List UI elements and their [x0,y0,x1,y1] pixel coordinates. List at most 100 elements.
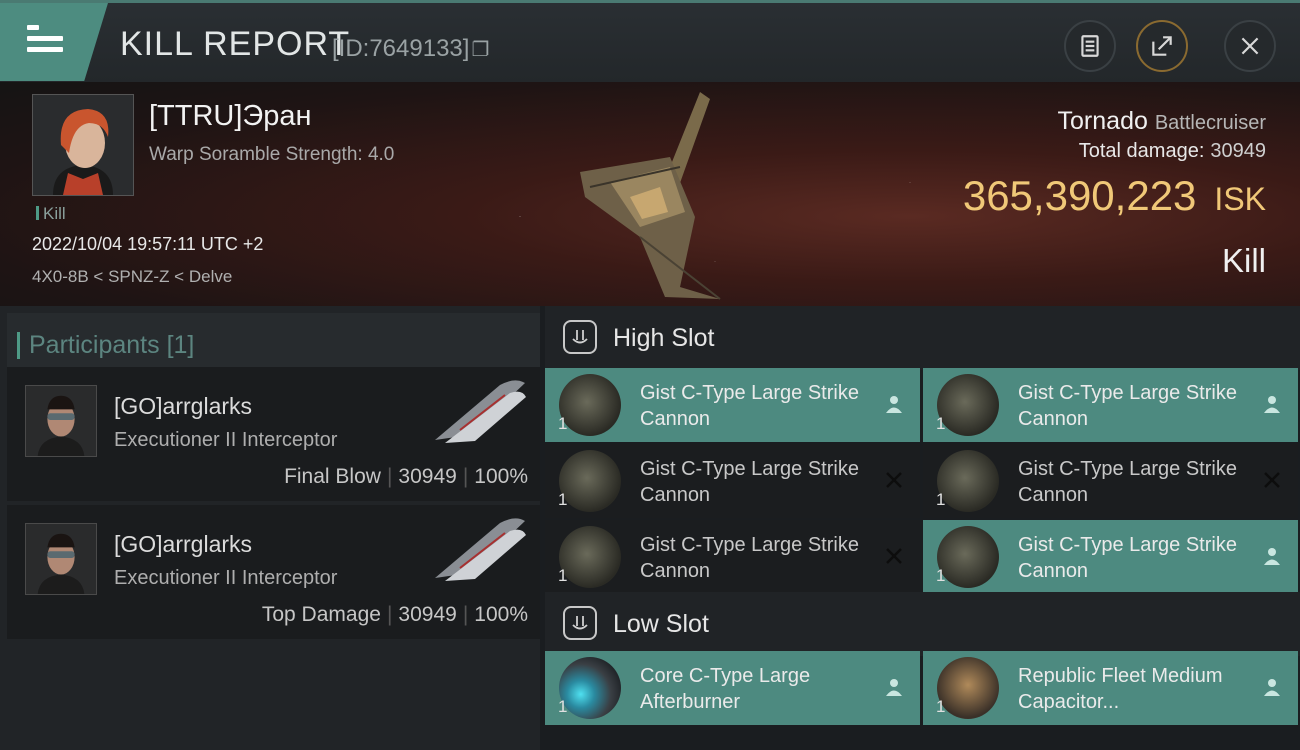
dropped-icon [886,396,902,413]
menu-icon [27,25,63,58]
portrait-image [33,95,133,195]
cannon-icon [937,450,999,512]
share-button[interactable] [1136,20,1188,72]
kill-result: Kill [1221,242,1266,279]
participant-avatar-image [26,386,96,456]
module-quantity: 1 [558,490,568,509]
total-damage-label: Total damage: [1078,140,1205,162]
share-icon [1152,36,1172,56]
copy-icon[interactable]: ❐ [471,39,489,61]
cannon-icon [559,526,621,588]
module-tile[interactable]: 1 Gist C-Type Large Strike Cannon [923,444,1298,518]
destroyed-icon [886,472,902,488]
module-name: Gist C-Type Large Strike Cannon [1018,458,1237,506]
clipboard-icon [1081,35,1099,57]
participant-avatar[interactable] [25,523,97,595]
module-tile[interactable]: 1 Gist C-Type Large Strike Cannon [923,368,1298,442]
report-id-text: [ID:7649133] [332,35,470,62]
participants-header: Participants [1] [7,313,540,373]
module-tile[interactable]: 1 Core C-Type Large Afterburner [545,651,920,725]
participant-role: Top Damage [261,603,381,626]
capacitor-icon [937,657,999,719]
page-title: KILL REPORT [120,25,351,63]
total-damage-value: 30949 [1210,140,1266,162]
cannon-icon [937,526,999,588]
module-tile[interactable]: 1 Gist C-Type Large Strike Cannon [545,444,920,518]
clipboard-button[interactable] [1064,20,1116,72]
participant-avatar[interactable] [25,385,97,457]
warp-scramble-strength: Warp Soramble Strength: 4.0 [149,144,395,165]
low-slot-label: Low Slot [613,610,709,638]
module-quantity: 1 [936,566,946,585]
kill-tag: Kill [36,204,66,224]
module-name: Gist C-Type Large Strike Cannon [640,382,859,430]
participant-avatar-image [26,524,96,594]
cannon-icon [559,374,621,436]
isk-unit: ISK [1214,181,1266,217]
participant-ship-image[interactable] [430,513,530,583]
dropped-icon [1264,679,1280,696]
participant-ship: Executioner II Interceptor [114,567,338,589]
participant-percent: 100% [474,603,528,626]
module-quantity: 1 [936,697,946,716]
afterburner-icon [559,657,621,719]
module-quantity: 1 [936,490,946,509]
victim-name[interactable]: [TTRU]Эран [149,100,312,133]
destroyed-icon [886,548,902,564]
participants-label-text: Participants [29,331,160,359]
participants-count: [1] [166,331,195,359]
isk-amount: 365,390,223 [962,172,1197,219]
destroyed-icon [1264,472,1280,488]
victim-ship-image[interactable] [570,87,740,302]
module-quantity: 1 [558,566,568,585]
module-tile[interactable]: 1 Gist C-Type Large Strike Cannon [545,520,920,594]
low-slot-icon [563,606,597,640]
module-name: Republic Fleet Medium Capacitor... [1018,665,1223,713]
module-quantity: 1 [936,414,946,433]
module-name: Core C-Type Large Afterburner [640,665,811,713]
victim-ship-class: Battlecruiser [1154,112,1266,134]
cannon-icon [937,374,999,436]
total-damage: Total damage: 30949 [1079,140,1266,163]
victim-banner: [TTRU]Эран Warp Soramble Strength: 4.0 K… [0,82,1300,306]
participant-name[interactable]: [GO]arrglarks [114,393,252,420]
kill-location[interactable]: 4X0-8B < SPNZ-Z < Delve [32,267,232,287]
participant-damage: 30949 [398,465,457,488]
high-slot-label: High Slot [613,324,715,352]
kill-datetime: 2022/10/04 19:57:11 UTC +2 [32,234,264,254]
module-tile[interactable]: 1 Gist C-Type Large Strike Cannon [545,368,920,442]
module-tile[interactable]: 1 Republic Fleet Medium Capacitor... [923,651,1298,725]
close-icon [1241,37,1259,55]
module-name: Gist C-Type Large Strike Cannon [1018,382,1237,430]
dropped-icon [1264,396,1280,413]
participant-ship: Executioner II Interceptor [114,429,338,451]
participant-ship-image[interactable] [430,375,530,445]
menu-button[interactable] [0,3,108,81]
module-quantity: 1 [558,697,568,716]
isk-value: 365,390,223 ISK [963,172,1266,220]
participants-label: Participants [1] [16,331,195,360]
module-tile[interactable]: 1 Gist C-Type Large Strike Cannon [923,520,1298,594]
participant-percent: 100% [474,465,528,488]
module-name: Gist C-Type Large Strike Cannon [640,534,859,582]
participant-row[interactable]: [GO]arrglarks Executioner II Interceptor… [7,367,540,501]
participant-damage: 30949 [398,603,457,626]
dropped-icon [1264,548,1280,565]
module-quantity: 1 [558,414,568,433]
participant-name[interactable]: [GO]arrglarks [114,531,252,558]
victim-portrait[interactable] [32,94,134,196]
dropped-icon [886,679,902,696]
participant-row[interactable]: [GO]arrglarks Executioner II Interceptor… [7,505,540,639]
participant-stats: Final Blow | 30949 | 100% [284,465,528,488]
module-name: Gist C-Type Large Strike Cannon [640,458,859,506]
high-slot-icon [563,320,597,354]
participants-panel: Participants [1] [GO]arrglarks Execution… [0,306,540,750]
top-bar: KILL REPORT [ID:7649133] ❐ [0,0,1300,82]
high-slot-header: High Slot [545,306,1300,370]
participant-role: Final Blow [284,465,381,488]
close-button[interactable] [1224,20,1276,72]
participant-stats: Top Damage | 30949 | 100% [261,603,528,626]
victim-ship[interactable]: Tornado Battlecruiser [1058,107,1266,136]
report-id: [ID:7649133] ❐ [332,35,489,63]
module-name: Gist C-Type Large Strike Cannon [1018,534,1237,582]
